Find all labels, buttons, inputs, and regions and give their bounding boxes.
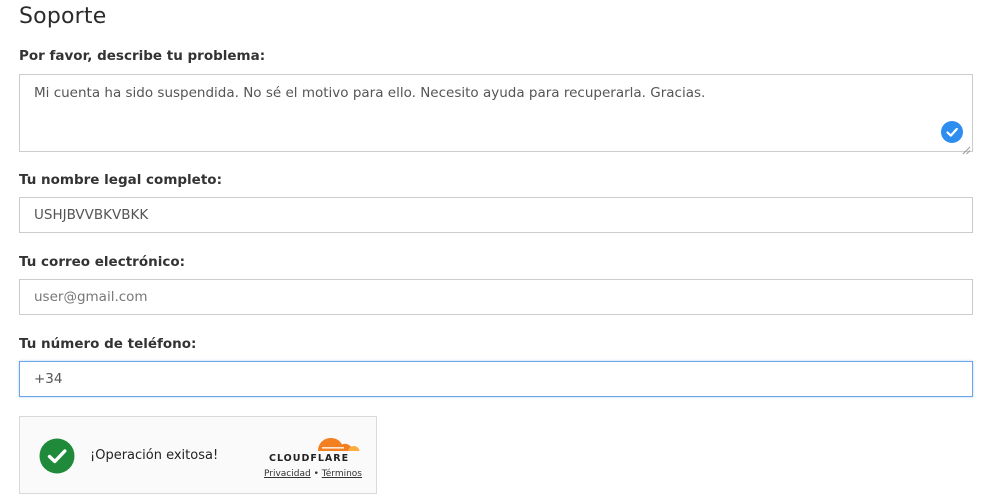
- problem-textarea[interactable]: Mi cuenta ha sido suspendida. No sé el m…: [19, 74, 973, 155]
- problem-label: Por favor, describe tu problema:: [19, 48, 266, 64]
- privacy-link[interactable]: Privacidad: [264, 469, 311, 479]
- captcha-links: Privacidad • Términos: [264, 469, 362, 479]
- terms-link[interactable]: Términos: [322, 469, 362, 479]
- success-check-icon: [39, 438, 75, 474]
- phone-input[interactable]: +34: [19, 361, 973, 397]
- email-input[interactable]: user@gmail.com: [19, 279, 973, 315]
- support-page: Soporte Por favor, describe tu problema:…: [0, 0, 1000, 500]
- captcha-status: ¡Operación exitosa!: [90, 448, 219, 463]
- check-circle-icon: [941, 121, 963, 143]
- phone-label: Tu número de teléfono:: [19, 336, 197, 352]
- phone-input-value: +34: [34, 371, 63, 387]
- problem-textarea-value: Mi cuenta ha sido suspendida. No sé el m…: [34, 85, 706, 101]
- name-input-value: USHJBVVBKVBKK: [34, 207, 149, 223]
- name-input[interactable]: USHJBVVBKVBKK: [19, 197, 973, 233]
- resize-grip-icon[interactable]: [961, 140, 971, 155]
- page-title: Soporte: [19, 4, 107, 29]
- name-label: Tu nombre legal completo:: [19, 172, 222, 188]
- cloudflare-wordmark: CLOUDFLARE: [269, 453, 350, 464]
- captcha-widget: ¡Operación exitosa! CLOUDFLARE Privacida…: [19, 416, 377, 494]
- email-label: Tu correo electrónico:: [19, 254, 186, 270]
- link-separator: •: [313, 469, 319, 479]
- email-input-placeholder: user@gmail.com: [34, 289, 148, 305]
